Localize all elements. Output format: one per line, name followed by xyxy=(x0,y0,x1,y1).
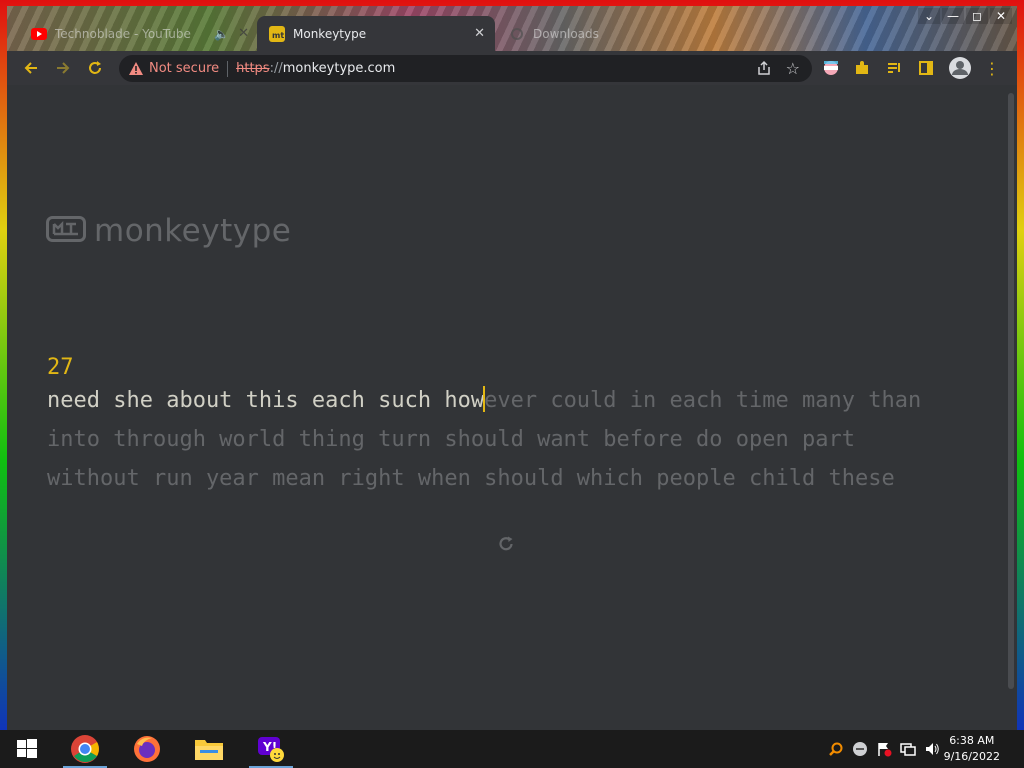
logo-text: monkeytype xyxy=(94,213,292,249)
tab-title: Monkeytype xyxy=(293,26,367,41)
divider xyxy=(227,60,229,77)
browser-window: Technoblade - YouTube 🔈 ✕ mt Monkeytype … xyxy=(7,6,1017,730)
tab-youtube[interactable]: Technoblade - YouTube 🔈 ✕ xyxy=(19,16,259,51)
words-line3: without run year mean right when should … xyxy=(47,466,895,491)
search-icon[interactable] xyxy=(828,741,844,757)
minimize-button[interactable]: — xyxy=(942,8,964,24)
media-controls-icon[interactable] xyxy=(885,59,903,77)
close-tab-icon[interactable]: ✕ xyxy=(238,26,249,41)
url-scheme: https xyxy=(236,61,270,76)
tab-title: Downloads xyxy=(533,26,599,41)
back-button[interactable] xyxy=(22,59,40,77)
monkeytype-icon: mt xyxy=(269,25,285,42)
extensions-puzzle-icon[interactable] xyxy=(853,59,871,77)
clock-time: 6:38 AM xyxy=(949,734,995,747)
gear-icon xyxy=(509,26,525,42)
typing-test-words[interactable]: need she about this each such however co… xyxy=(47,381,987,498)
clock-date: 9/16/2022 xyxy=(943,750,1000,763)
word-counter: 27 xyxy=(47,355,74,380)
close-tab-icon[interactable]: ✕ xyxy=(474,26,485,41)
taskbar: Y! 6:38 AM 9/16/2022 xyxy=(0,730,1024,768)
svg-text:mt: mt xyxy=(272,31,284,40)
security-label[interactable]: Not secure xyxy=(149,61,219,76)
close-window-button[interactable]: ✕ xyxy=(990,8,1012,24)
monkeytype-logo[interactable]: monkeytype xyxy=(46,213,291,249)
side-panel-icon[interactable] xyxy=(917,59,935,77)
url-host: monkeytype.com xyxy=(282,61,396,76)
chrome-icon[interactable] xyxy=(61,730,109,768)
address-bar[interactable]: Not secure https://monkeytype.com ☆ xyxy=(119,55,812,82)
share-icon[interactable] xyxy=(756,60,772,80)
page-content: monkeytype 27 need she about this each s… xyxy=(7,85,1017,730)
reload-button[interactable] xyxy=(86,59,104,77)
profile-avatar-icon[interactable] xyxy=(949,57,971,79)
tab-title: Technoblade - YouTube xyxy=(55,26,191,41)
tab-monkeytype[interactable]: mt Monkeytype ✕ xyxy=(257,16,495,51)
audio-icon[interactable]: 🔈 xyxy=(214,27,229,41)
volume-icon[interactable] xyxy=(924,741,940,757)
yahoo-messenger-icon[interactable]: Y! xyxy=(247,730,295,768)
system-clock[interactable]: 6:38 AM 9/16/2022 xyxy=(944,733,1000,765)
file-explorer-icon[interactable] xyxy=(185,730,233,768)
maximize-button[interactable]: ◻ xyxy=(966,8,988,24)
remaining-words-line1: ever could in each time many than xyxy=(484,388,922,413)
keyboard-logo-icon xyxy=(46,216,86,246)
warning-icon[interactable] xyxy=(129,62,143,75)
words-line2: into through world thing turn should wan… xyxy=(47,427,855,452)
messenger-tray-icon[interactable] xyxy=(852,741,868,757)
flag-icon[interactable] xyxy=(876,741,892,757)
start-button[interactable] xyxy=(3,730,51,768)
browser-toolbar: Not secure https://monkeytype.com ☆ ⋮ xyxy=(7,51,1017,85)
network-icon[interactable] xyxy=(900,741,916,757)
typed-words: need she about this each such how xyxy=(47,388,485,413)
bookmark-star-icon[interactable]: ☆ xyxy=(786,59,800,78)
scrollbar[interactable] xyxy=(1008,93,1014,689)
forward-button[interactable] xyxy=(54,59,72,77)
menu-kebab-icon[interactable]: ⋮ xyxy=(983,59,1001,78)
url-separator: :// xyxy=(269,61,283,76)
firefox-icon[interactable] xyxy=(123,730,171,768)
restart-test-button[interactable] xyxy=(497,535,515,557)
tab-downloads[interactable]: Downloads xyxy=(497,16,727,51)
youtube-icon xyxy=(31,26,47,42)
extension-flag-icon[interactable] xyxy=(822,59,840,77)
tab-search-icon[interactable]: ⌄ xyxy=(918,8,940,24)
